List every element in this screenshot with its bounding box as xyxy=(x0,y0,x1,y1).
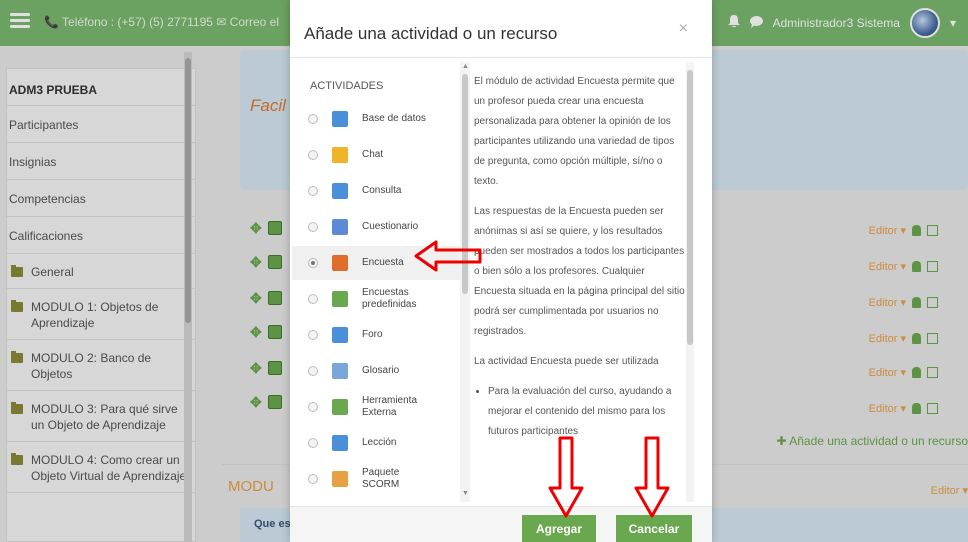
scrollbar-thumb[interactable] xyxy=(687,70,693,345)
activity-description: El módulo de actividad Encuesta permite … xyxy=(474,72,686,502)
activity-radio[interactable] xyxy=(308,150,318,160)
activity-label: Herramienta Externa xyxy=(362,395,418,418)
activity-radio[interactable] xyxy=(308,366,318,376)
activity-label: Cuestionario xyxy=(362,221,419,232)
activity-option[interactable]: Herramienta Externa xyxy=(292,390,462,424)
activity-label: Paquete SCORM xyxy=(362,467,400,490)
activity-label: Encuestas predefinidas xyxy=(362,287,417,310)
activity-option[interactable]: Consulta xyxy=(292,174,462,208)
package-icon xyxy=(332,471,348,487)
activity-list-scrollbar[interactable]: ▲ ▼ xyxy=(460,62,470,502)
activity-option[interactable]: Paquete SCORM xyxy=(292,462,462,496)
activity-option[interactable]: Cuestionario xyxy=(292,210,462,244)
add-button[interactable]: Agregar xyxy=(522,515,596,542)
activity-label: Foro xyxy=(362,329,383,340)
description-paragraph: La actividad Encuesta puede ser utilizad… xyxy=(474,356,659,367)
activity-radio[interactable] xyxy=(308,402,318,412)
database-icon xyxy=(332,111,348,127)
dialog-header: Añade una actividad o un recurso × xyxy=(290,0,712,58)
puzzle-icon xyxy=(332,399,348,415)
activity-radio[interactable] xyxy=(308,222,318,232)
forum-icon xyxy=(332,327,348,343)
activity-list: ACTIVIDADES Base de datos Chat Consulta Cue… xyxy=(292,62,462,502)
description-paragraph: El módulo de actividad Encuesta permite … xyxy=(474,76,675,187)
bar-chart-icon xyxy=(332,291,348,307)
scroll-down-icon[interactable]: ▼ xyxy=(462,490,469,497)
activity-chooser-dialog: Añade una actividad o un recurso × ACTIV… xyxy=(290,0,712,542)
activity-option[interactable]: Chat xyxy=(292,138,462,172)
activity-radio[interactable] xyxy=(308,438,318,448)
activity-radio[interactable] xyxy=(308,114,318,124)
activity-option[interactable]: Foro xyxy=(292,318,462,352)
activity-list-heading: ACTIVIDADES xyxy=(310,80,384,92)
activity-option[interactable]: Encuesta xyxy=(292,246,462,280)
lesson-icon xyxy=(332,435,348,451)
dialog-footer: Agregar Cancelar xyxy=(290,506,712,542)
chat-icon xyxy=(332,147,348,163)
activity-option[interactable]: Lección xyxy=(292,426,462,460)
description-scrollbar[interactable] xyxy=(686,62,694,502)
activity-label: Glosario xyxy=(362,365,400,376)
megaphone-icon xyxy=(332,255,348,271)
quiz-icon xyxy=(332,219,348,235)
activity-option[interactable]: Encuestas predefinidas xyxy=(292,282,462,316)
activity-radio[interactable] xyxy=(308,258,318,268)
cancel-button[interactable]: Cancelar xyxy=(616,515,692,542)
scrollbar-thumb[interactable] xyxy=(462,74,468,294)
activity-option[interactable]: Glosario xyxy=(292,354,462,388)
activity-radio[interactable] xyxy=(308,474,318,484)
activity-radio[interactable] xyxy=(308,186,318,196)
close-icon[interactable]: × xyxy=(679,20,688,38)
dialog-title: Añade una actividad o un recurso xyxy=(304,24,558,43)
activity-label: Lección xyxy=(362,437,397,448)
activity-label: Chat xyxy=(362,149,384,160)
question-icon xyxy=(332,183,348,199)
glossary-icon xyxy=(332,363,348,379)
activity-radio[interactable] xyxy=(308,294,318,304)
activity-radio[interactable] xyxy=(308,330,318,340)
activity-label: Base de datos xyxy=(362,113,426,124)
activity-label: Encuesta xyxy=(362,257,404,268)
description-paragraph: Las respuestas de la Encuesta pueden ser… xyxy=(474,206,685,337)
description-bullet: Para la evaluación del curso, ayudando a… xyxy=(488,382,686,442)
activity-label: Consulta xyxy=(362,185,402,196)
activity-option[interactable]: Base de datos xyxy=(292,102,462,136)
scroll-up-icon[interactable]: ▲ xyxy=(462,63,469,70)
